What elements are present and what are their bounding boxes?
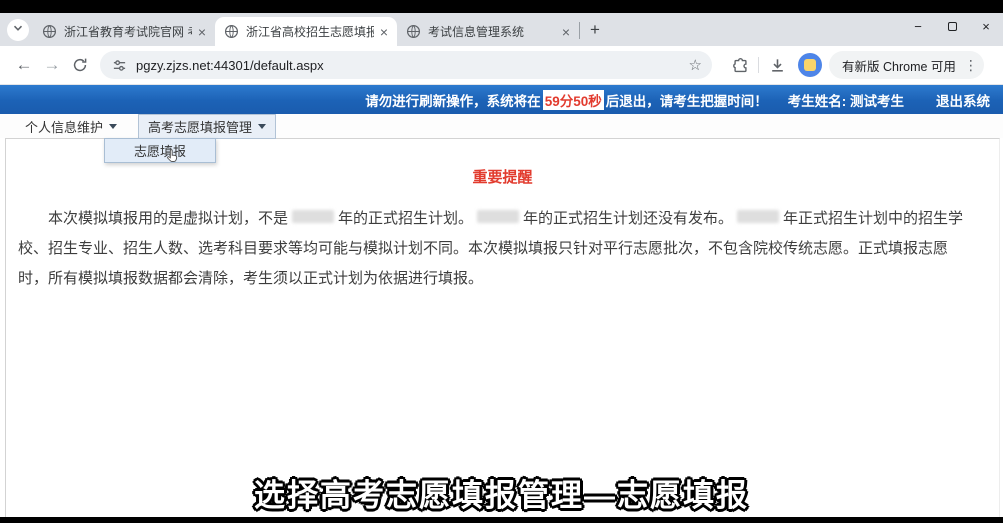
window-controls: − ×	[901, 13, 1003, 46]
globe-icon	[224, 24, 239, 39]
extensions-button[interactable]	[726, 57, 754, 74]
downloads-button[interactable]	[763, 57, 791, 74]
menu-personal-info[interactable]: 个人信息维护	[16, 115, 126, 138]
video-subtitle: 选择高考志愿填报管理—志愿填报	[0, 470, 1003, 515]
tab-volunteer-system[interactable]: 浙江省高校招生志愿填报系统 ×	[215, 17, 397, 46]
site-info-icon[interactable]	[112, 58, 127, 73]
new-tab-button[interactable]: +	[590, 21, 600, 38]
menu-label: 高考志愿填报管理	[148, 117, 252, 136]
hand-cursor-icon	[165, 148, 180, 168]
tab-separator	[579, 22, 580, 39]
important-reminder-title: 重要提醒	[6, 166, 999, 187]
para-text: 年的正式招生计划还没有发布。	[523, 210, 733, 227]
close-window-button[interactable]: ×	[969, 19, 1003, 34]
address-bar[interactable]: pgzy.zjzs.net:44301/default.aspx ☆	[100, 51, 712, 79]
redacted-year	[477, 210, 519, 223]
minimize-button[interactable]: −	[901, 19, 935, 34]
maximize-icon	[948, 22, 957, 31]
profile-avatar[interactable]	[798, 53, 822, 77]
globe-icon	[42, 24, 57, 39]
update-label: 有新版 Chrome 可用	[842, 56, 956, 75]
reload-icon	[72, 57, 88, 73]
caret-down-icon	[258, 124, 266, 129]
puzzle-icon	[732, 57, 749, 74]
url-text[interactable]: pgzy.zjzs.net:44301/default.aspx	[136, 58, 681, 73]
toolbar-separator	[758, 57, 759, 73]
reminder-paragraph: 本次模拟填报用的是虚拟计划，不是年的正式招生计划。年的正式招生计划还没有发布。年…	[18, 204, 975, 294]
tab-title: 浙江省教育考试院官网 考生办	[64, 23, 192, 40]
volunteer-dropdown-menu: 志愿填报	[104, 138, 216, 163]
tab-title: 浙江省高校招生志愿填报系统	[246, 23, 374, 40]
notice-message-prefix: 请勿进行刷新操作，系统将在	[365, 90, 541, 110]
student-name-label: 考生姓名: 测试考生	[788, 90, 904, 110]
logout-link[interactable]: 退出系统	[936, 90, 990, 110]
tab-title: 考试信息管理系统	[428, 23, 556, 40]
close-icon[interactable]: ×	[198, 24, 206, 40]
close-icon[interactable]: ×	[562, 24, 570, 40]
chevron-down-icon	[12, 21, 24, 39]
chrome-update-button[interactable]: 有新版 Chrome 可用 ⋮	[829, 51, 984, 79]
forward-button[interactable]: →	[38, 55, 66, 75]
download-icon	[769, 57, 786, 74]
student-label: 考生姓名:	[788, 94, 847, 109]
tab-exam-info-system[interactable]: 考试信息管理系统 ×	[397, 17, 579, 46]
dropdown-item-volunteer-filling[interactable]: 志愿填报	[105, 139, 215, 162]
countdown-timer: 59分50秒	[543, 90, 604, 110]
reload-button[interactable]	[66, 57, 94, 73]
student-name: 测试考生	[850, 94, 904, 109]
browser-toolbar: ← → pgzy.zjzs.net:44301/default.aspx ☆ 有…	[0, 46, 1003, 85]
app-menubar: 个人信息维护 高考志愿填报管理	[0, 114, 1003, 138]
redacted-year	[292, 210, 334, 223]
letterbox-top	[0, 0, 1003, 13]
browser-tabstrip: 浙江省教育考试院官网 考生办 × 浙江省高校招生志愿填报系统 × 考试信息管理系…	[0, 13, 1003, 46]
session-notice-bar: 请勿进行刷新操作，系统将在59分50秒后退出，请考生把握时间！ 考生姓名: 测试…	[0, 85, 1003, 114]
globe-icon	[406, 24, 421, 39]
close-icon[interactable]: ×	[380, 24, 388, 40]
tab-exam-office-site[interactable]: 浙江省教育考试院官网 考生办 ×	[33, 17, 215, 46]
back-button[interactable]: ←	[10, 55, 38, 75]
redacted-year	[737, 210, 779, 223]
bookmark-star-icon[interactable]: ☆	[689, 56, 702, 74]
notice-message-suffix: 后退出，请考生把握时间！	[606, 90, 768, 110]
caret-down-icon	[109, 124, 117, 129]
menu-volunteer-management[interactable]: 高考志愿填报管理	[138, 114, 276, 139]
tab-search-button[interactable]	[7, 19, 29, 41]
para-text: 年的正式招生计划。	[338, 210, 473, 227]
screen: 浙江省教育考试院官网 考生办 × 浙江省高校招生志愿填报系统 × 考试信息管理系…	[0, 0, 1003, 523]
letterbox-bottom	[0, 517, 1003, 523]
para-text: 本次模拟填报用的是虚拟计划，不是	[48, 210, 288, 227]
maximize-button[interactable]	[935, 19, 969, 34]
menu-label: 个人信息维护	[25, 117, 103, 136]
browser-menu-icon[interactable]: ⋮	[964, 57, 978, 74]
page-content: 重要提醒 本次模拟填报用的是虚拟计划，不是 年的正式招生计划。 年的正式招生计划还没…	[5, 138, 1000, 517]
